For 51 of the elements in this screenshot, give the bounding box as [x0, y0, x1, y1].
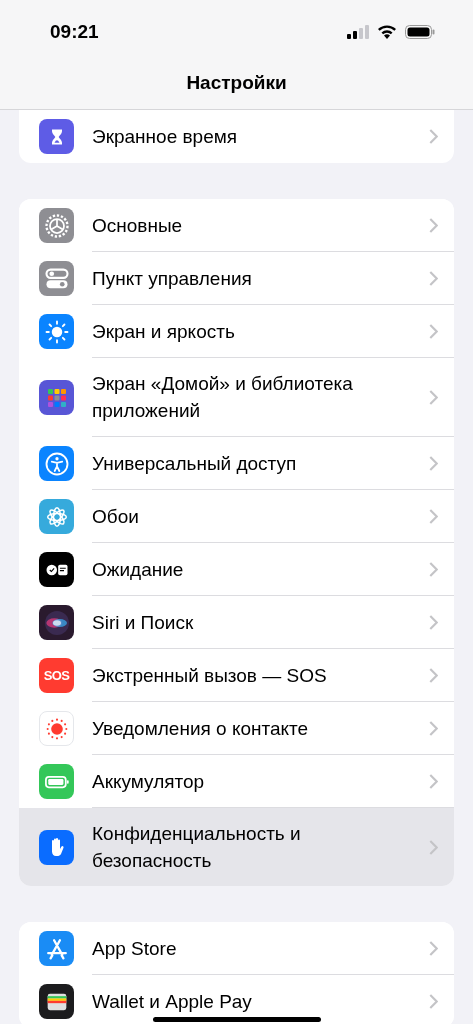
appstore-icon	[39, 931, 74, 966]
accessibility-icon	[39, 446, 74, 481]
chevron-icon	[429, 561, 438, 577]
chevron-icon	[429, 389, 438, 405]
chevron-icon	[429, 839, 438, 855]
battery-icon	[39, 764, 74, 799]
chevron-icon	[429, 614, 438, 630]
gear-icon	[39, 208, 74, 243]
chevron-icon	[429, 129, 438, 144]
chevron-icon	[429, 994, 438, 1009]
status-time: 09:21	[50, 20, 99, 44]
row-label: Конфиденциальность и безопасность	[92, 822, 302, 873]
grid-icon	[39, 380, 74, 415]
settings-row[interactable]: Конфиденциальность и безопасность	[19, 808, 454, 886]
hand-icon	[39, 829, 74, 865]
icon-label: SOS	[43, 669, 70, 682]
wifi-icon	[377, 25, 397, 40]
row-label: Обои	[92, 504, 140, 529]
row-label: Универсальный доступ	[92, 451, 298, 476]
chevron-icon	[429, 323, 438, 339]
sun-icon	[39, 314, 74, 349]
row-label: Экран «Домой» и библиотека приложений	[92, 372, 354, 423]
battery-icon	[405, 25, 435, 40]
row-label: Ожидание	[92, 557, 185, 582]
chevron-icon	[429, 940, 438, 956]
row-label: Основные	[92, 213, 184, 238]
exposure-icon	[39, 711, 74, 746]
row-label: Экранное время	[92, 125, 239, 149]
chevron-icon	[429, 270, 438, 286]
nav-title: Настройки	[186, 70, 287, 95]
row-label: App Store	[92, 936, 178, 961]
row-label: Экран и яркость	[92, 319, 236, 344]
chevron-icon	[429, 455, 438, 471]
standby-icon	[39, 552, 74, 587]
row-label: Экстренный вызов — SOS	[92, 663, 328, 688]
flower-icon	[39, 499, 74, 534]
wallet-icon	[39, 984, 74, 1019]
chevron-icon	[429, 720, 438, 736]
chevron-icon	[429, 773, 438, 789]
row-label: Уведомления о контакте	[92, 716, 310, 741]
toggles-icon	[39, 261, 74, 296]
row-label: Wallet и Apple Pay	[92, 990, 253, 1014]
signal-icon	[347, 25, 369, 40]
hourglass-icon	[39, 119, 74, 154]
row-label: Пункт управления	[92, 266, 253, 291]
chevron-icon	[429, 217, 438, 233]
siri-icon	[39, 605, 74, 640]
chevron-icon	[429, 667, 438, 683]
row-label: Аккумулятор	[92, 769, 206, 794]
row-label: Siri и Поиск	[92, 610, 195, 635]
chevron-icon	[429, 508, 438, 524]
